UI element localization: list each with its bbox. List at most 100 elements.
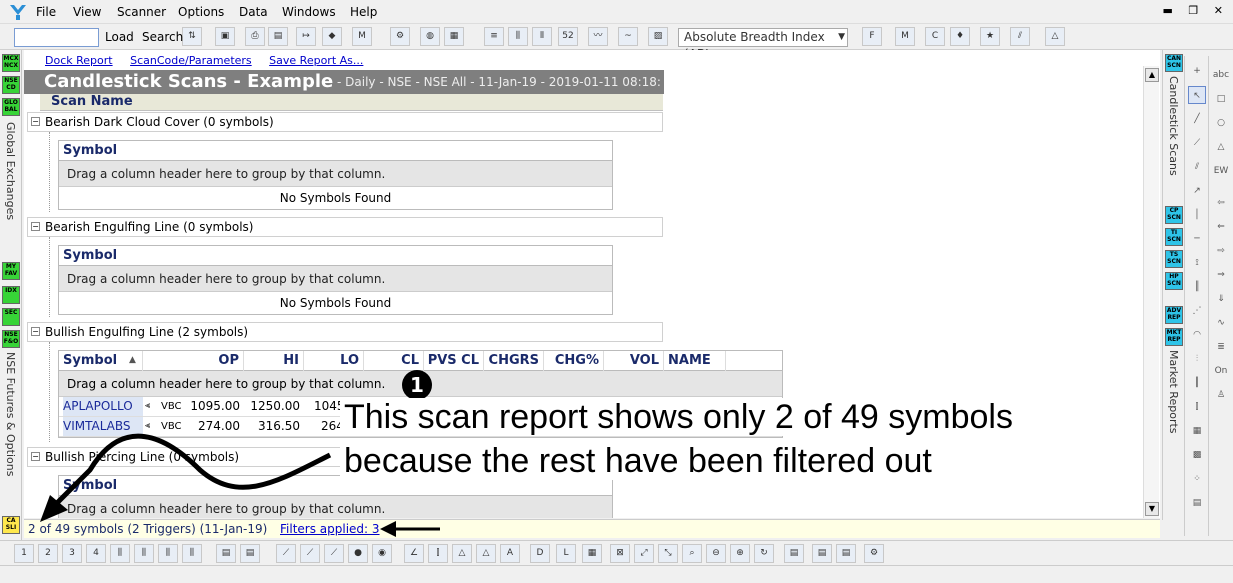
chart-icon[interactable]: ⫿ <box>428 544 448 563</box>
save-report-link[interactable]: Save Report As... <box>269 54 363 67</box>
badge-nse-cd[interactable]: NSE CD <box>2 76 20 94</box>
crop-icon[interactable]: ⊠ <box>610 544 630 563</box>
wave-label-icon[interactable]: ∿ <box>1212 314 1230 332</box>
collapse-icon[interactable]: − <box>31 117 40 126</box>
num-format4-icon[interactable]: 4 <box>86 544 106 563</box>
menu-view[interactable]: View <box>73 5 101 19</box>
group-row[interactable]: − Bearish Engulfing Line (0 symbols) <box>27 217 663 237</box>
indicator-select[interactable]: Absolute Breadth Index (ABI ▼ <box>678 28 848 61</box>
fan-icon[interactable]: ⋰ <box>1188 302 1206 320</box>
d-icon[interactable]: D <box>530 544 550 563</box>
col-name[interactable]: NAME <box>666 351 726 371</box>
chart-icon[interactable]: ⫷ <box>145 397 150 416</box>
gann-icon[interactable]: ⫶ <box>1188 350 1206 368</box>
candles-icon[interactable]: ⫼ <box>508 27 528 46</box>
matrix-icon[interactable]: ▤ <box>1188 494 1206 512</box>
wave-icon[interactable]: 〰 <box>588 27 608 46</box>
bars-icon[interactable]: ≡ <box>484 27 504 46</box>
layout-icon[interactable]: ▦ <box>444 27 464 46</box>
parallel-icon[interactable]: ║ <box>1188 278 1206 296</box>
crosshair-icon[interactable]: + <box>1188 62 1206 80</box>
chart-style-icon[interactable]: ◆ <box>322 27 342 46</box>
scroll-up-icon[interactable]: ▲ <box>1145 68 1159 82</box>
menu-data[interactable]: Data <box>239 5 268 19</box>
save-icon[interactable]: ▣ <box>215 27 235 46</box>
arrow-right2-icon[interactable]: ⇒ <box>1212 266 1230 284</box>
mx-icon[interactable]: M <box>352 27 372 46</box>
print-icon[interactable]: ⎙ <box>245 27 265 46</box>
scan-name-column-header[interactable]: Scan Name <box>40 94 663 111</box>
pvt-icon[interactable]: M <box>895 27 915 46</box>
symbol-cell[interactable]: APLAPOLLO <box>63 397 143 416</box>
doc-icon[interactable]: ▤ <box>784 544 804 563</box>
menu-windows[interactable]: Windows <box>282 5 336 19</box>
triangle-icon[interactable]: △ <box>1212 138 1230 156</box>
arrow-down-icon[interactable]: ⇓ <box>1212 290 1230 308</box>
pattern-bar4-icon[interactable]: ⫼ <box>182 544 202 563</box>
group-drag-area[interactable]: Drag a column header here to group by th… <box>59 496 612 518</box>
col-hi[interactable]: HI <box>244 351 304 371</box>
resize-icon[interactable]: ⤢ <box>634 544 654 563</box>
on-toggle-icon[interactable]: On <box>1212 362 1230 380</box>
resize2-icon[interactable]: ⤡ <box>658 544 678 563</box>
table-icon[interactable]: ▤ <box>216 544 236 563</box>
num-format-icon[interactable]: 1 <box>14 544 34 563</box>
zoom-out-icon[interactable]: ⊖ <box>706 544 726 563</box>
triangle-icon[interactable]: △ <box>1045 27 1065 46</box>
arc-icon[interactable]: ◠ <box>1188 326 1206 344</box>
bars-small-icon[interactable]: ≣ <box>1212 338 1230 356</box>
group-drag-area[interactable]: Drag a column header here to group by th… <box>59 161 612 187</box>
num-format3-icon[interactable]: 3 <box>62 544 82 563</box>
arrow-left-icon[interactable]: ⇦ <box>1212 194 1230 212</box>
star-icon[interactable]: ★ <box>980 27 1000 46</box>
fib-fan-icon[interactable]: ⫿ <box>1188 398 1206 416</box>
horizontal-line-icon[interactable]: ─ <box>1188 230 1206 248</box>
ew-icon[interactable]: EW <box>1212 162 1230 180</box>
tam-icon[interactable]: C <box>925 27 945 46</box>
refresh-icon[interactable]: ↻ <box>754 544 774 563</box>
pattern-bar-icon[interactable]: ⫼ <box>110 544 130 563</box>
search-button[interactable]: Search <box>142 30 183 44</box>
abc-icon[interactable]: A <box>500 544 520 563</box>
lin-icon[interactable]: L <box>556 544 576 563</box>
channel-icon[interactable]: ⫽ <box>1188 158 1206 176</box>
arrow-right-icon[interactable]: ⇨ <box>1212 242 1230 260</box>
arrow-line-icon[interactable]: ↗ <box>1188 182 1206 200</box>
trendline-icon[interactable]: ╱ <box>1188 110 1206 128</box>
scroll-down-icon[interactable]: ▼ <box>1145 502 1159 516</box>
collapse-icon[interactable]: − <box>31 327 40 336</box>
badge-cp-scn[interactable]: CP SCN <box>1165 206 1183 224</box>
doc3-icon[interactable]: ▤ <box>836 544 856 563</box>
symbol-search-input[interactable] <box>14 28 99 47</box>
trend3-icon[interactable]: ⟋ <box>324 544 344 563</box>
delta-icon[interactable]: △ <box>452 544 472 563</box>
export-icon[interactable]: ↦ <box>296 27 316 46</box>
badge-sec[interactable]: SEC <box>2 308 20 326</box>
chart-icon[interactable]: ⫷ <box>145 417 150 436</box>
symbol-column-header[interactable]: Symbol <box>59 141 612 161</box>
dots-icon[interactable]: ⁘ <box>1188 470 1206 488</box>
dock-report-link[interactable]: Dock Report <box>45 54 113 67</box>
scancode-link[interactable]: ScanCode/Parameters <box>130 54 252 67</box>
load-button[interactable]: Load <box>105 30 134 44</box>
person-icon[interactable]: ♙ <box>1212 386 1230 404</box>
num-format2-icon[interactable]: 2 <box>38 544 58 563</box>
52w-icon[interactable]: 52 <box>558 27 578 46</box>
group-row[interactable]: − Bullish Engulfing Line (2 symbols) <box>27 322 663 342</box>
zoom-in-icon[interactable]: ⊕ <box>730 544 750 563</box>
col-chgrs[interactable]: CHGRS <box>484 351 544 371</box>
grid-icon[interactable]: ▦ <box>582 544 602 563</box>
col-op[interactable]: OP <box>184 351 244 371</box>
sort-asc-icon[interactable]: ▲ <box>129 351 143 371</box>
ma-icon[interactable]: ~ <box>618 27 638 46</box>
globe-icon[interactable]: ◍ <box>420 27 440 46</box>
ellipse-icon[interactable]: ○ <box>1212 114 1230 132</box>
badge-mkt-rep[interactable]: MKT REP <box>1165 328 1183 346</box>
window-controls[interactable]: ▬ ❐ ✕ <box>1163 4 1229 17</box>
vertical-line-icon[interactable]: │ <box>1188 206 1206 224</box>
print-preview-icon[interactable]: ▤ <box>268 27 288 46</box>
strategy-icon[interactable]: ♦ <box>950 27 970 46</box>
indicator-icon[interactable]: ▨ <box>648 27 668 46</box>
scan-settings-icon[interactable]: ⇅ <box>182 27 202 46</box>
col-pvs-cl[interactable]: PVS CL <box>424 351 484 371</box>
